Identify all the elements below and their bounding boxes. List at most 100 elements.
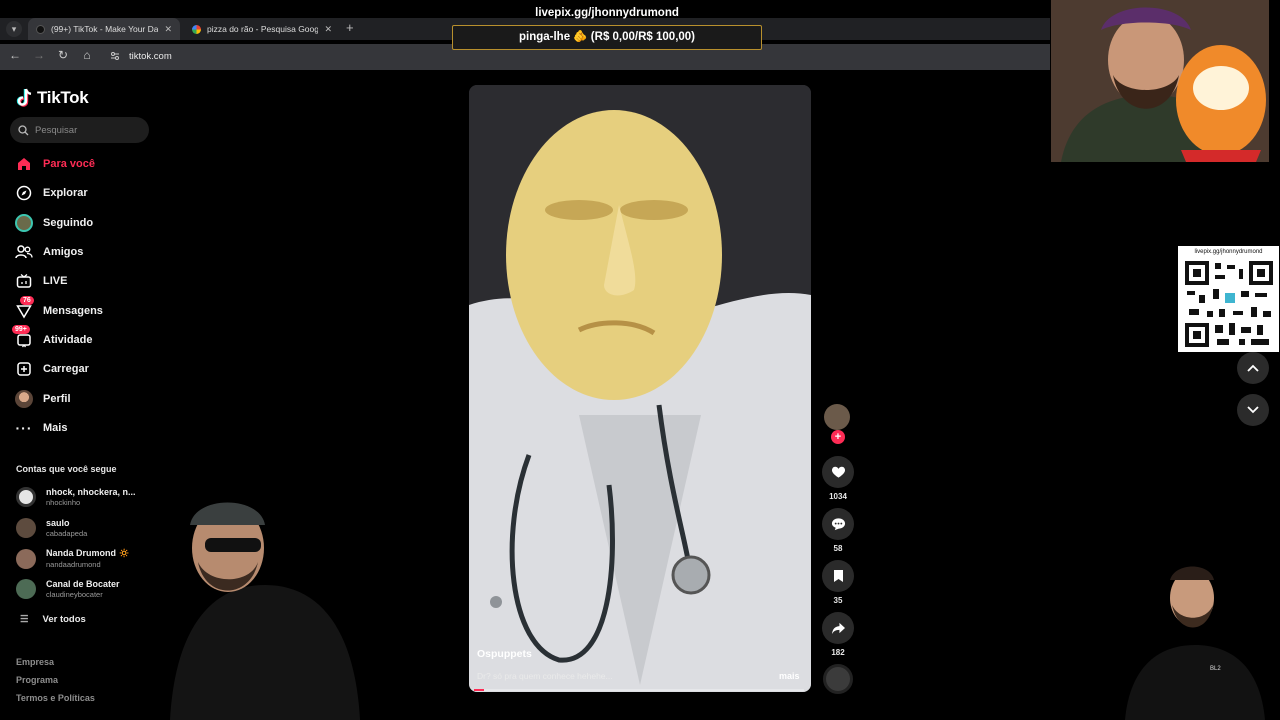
tiktok-wordmark: TikTok [37, 88, 89, 107]
menu-item-live[interactable]: LIVE [14, 270, 67, 292]
tab-title: pizza do rão - Pesquisa Google [207, 24, 319, 34]
following-account[interactable]: nhock, nhockera, n... nhockinho [16, 487, 136, 507]
search-icon [18, 124, 29, 135]
menu-label: Carregar [43, 363, 89, 375]
footer-link-empresa[interactable]: Empresa [16, 657, 54, 667]
share-button[interactable] [822, 612, 854, 644]
site-info-icon[interactable] [110, 51, 120, 61]
heart-icon [831, 466, 845, 478]
menu-item-perfil[interactable]: Perfil [14, 388, 71, 410]
messages-icon: 76 [14, 296, 34, 321]
menu-label: Atividade [43, 334, 93, 346]
account-name: Canal de Bocater [46, 579, 120, 589]
save-count: 35 [833, 596, 843, 605]
account-name: Nanda Drumond 🔅 [46, 548, 130, 558]
streamer-webcam-left [170, 502, 360, 720]
see-all-button[interactable]: ☰ Ver todos [20, 614, 86, 625]
menu-label: Explorar [43, 187, 88, 199]
following-account[interactable]: saulo cabadapeda [16, 518, 87, 538]
tiktok-logo[interactable]: TikTok [16, 88, 89, 108]
menu-label: Amigos [43, 246, 84, 258]
menu-item-atividade[interactable]: 99+ Atividade [12, 325, 93, 351]
menu-label: Seguindo [43, 217, 94, 229]
new-tab-icon[interactable]: + [346, 20, 354, 35]
footer-link-programa[interactable]: Programa [16, 675, 58, 685]
like-count: 1034 [829, 492, 847, 501]
streamer-webcam-bottom-right: BL2 [1125, 566, 1265, 720]
livepix-url: livepix.gg/jhonnydrumond [535, 7, 679, 19]
video-caption: Dr? só pra quem conhece hehehe... [477, 671, 613, 681]
tab-list-dropdown-icon[interactable]: ▾ [6, 21, 22, 37]
menu-item-mais[interactable]: ··· Mais [14, 417, 68, 439]
streamer-webcam-top [1051, 0, 1269, 162]
compass-icon [14, 183, 34, 203]
activity-icon: 99+ [12, 325, 34, 350]
upload-icon [14, 359, 34, 379]
donation-goal-bar: pinga-lhe 🫵 (R$ 0,00/R$ 100,00) [452, 25, 762, 50]
comment-button[interactable] [822, 508, 854, 540]
more-icon: ··· [15, 420, 33, 436]
avatar [16, 487, 36, 507]
tab-google[interactable]: pizza do rão - Pesquisa Google ✕ [184, 18, 340, 40]
chevron-up-icon [1247, 364, 1259, 372]
menu-label: Mais [43, 422, 68, 434]
profile-avatar-icon [14, 389, 34, 409]
video-player[interactable] [469, 85, 811, 692]
video-author[interactable]: Ospuppets [477, 648, 532, 660]
menu-item-para-voce[interactable]: Para você [14, 153, 95, 175]
back-icon[interactable]: ← [6, 48, 24, 62]
live-tv-icon [14, 271, 34, 291]
tab-tiktok[interactable]: (99+) TikTok - Make Your Day ✕ [28, 18, 180, 40]
comment-count: 58 [833, 544, 843, 553]
reload-icon[interactable]: ↻ [54, 48, 72, 62]
account-handle: nhockinho [46, 498, 81, 507]
music-disc-icon[interactable] [823, 664, 853, 694]
close-tab-icon[interactable]: ✕ [324, 24, 332, 35]
like-button[interactable] [822, 456, 854, 488]
list-icon: ☰ [20, 614, 29, 625]
home-icon [14, 154, 34, 174]
creator-avatar[interactable] [824, 404, 850, 430]
account-name: saulo [46, 518, 70, 528]
chevron-down-icon [1247, 406, 1259, 414]
next-video-button[interactable] [1237, 394, 1269, 426]
forward-icon[interactable]: → [30, 48, 48, 62]
qr-code-icon [1185, 261, 1273, 347]
livepix-qr-code: livepix.gg/jhonnydrumond [1178, 246, 1279, 352]
following-header: Contas que você segue [16, 464, 117, 474]
following-account[interactable]: Nanda Drumond 🔅 nandaadrumond [16, 548, 130, 569]
save-button[interactable] [822, 560, 854, 592]
video-progress-bar[interactable] [474, 689, 804, 691]
video-progress-fill [474, 689, 484, 691]
messages-badge: 76 [20, 296, 34, 305]
friends-icon [14, 242, 34, 262]
menu-label: LIVE [43, 275, 68, 287]
menu-item-amigos[interactable]: Amigos [14, 241, 83, 263]
account-handle: claudineybocater [46, 590, 103, 599]
caption-more-button[interactable]: mais [779, 671, 800, 681]
qr-label: livepix.gg/jhonnydrumond [1194, 249, 1263, 255]
account-name: nhock, nhockera, n... [46, 487, 136, 497]
menu-label: Perfil [43, 393, 71, 405]
share-arrow-icon [831, 622, 845, 634]
following-account[interactable]: Canal de Bocater claudineybocater [16, 579, 120, 599]
previous-video-button[interactable] [1237, 352, 1269, 384]
footer-link-termos[interactable]: Termos e Políticas [16, 693, 95, 703]
url-field[interactable]: tiktok.com [129, 51, 172, 62]
comment-icon [831, 518, 845, 531]
menu-item-carregar[interactable]: Carregar [14, 358, 89, 380]
tiktok-favicon-icon [36, 24, 45, 34]
home-icon[interactable]: ⌂ [78, 48, 96, 62]
search-input[interactable]: Pesquisar [10, 117, 149, 143]
menu-item-mensagens[interactable]: 76 Mensagens [14, 296, 103, 322]
bookmark-icon [833, 570, 843, 582]
close-tab-icon[interactable]: ✕ [164, 24, 172, 35]
screen: ▾ (99+) TikTok - Make Your Day ✕ pizza d… [0, 0, 1280, 720]
menu-label: Mensagens [43, 305, 103, 317]
follow-plus-icon[interactable]: + [831, 430, 845, 444]
account-handle: cabadapeda [46, 529, 88, 538]
see-all-label: Ver todos [42, 614, 86, 625]
menu-item-seguindo[interactable]: Seguindo [14, 212, 93, 234]
webcam-image [1051, 0, 1269, 162]
menu-item-explorar[interactable]: Explorar [14, 182, 88, 204]
